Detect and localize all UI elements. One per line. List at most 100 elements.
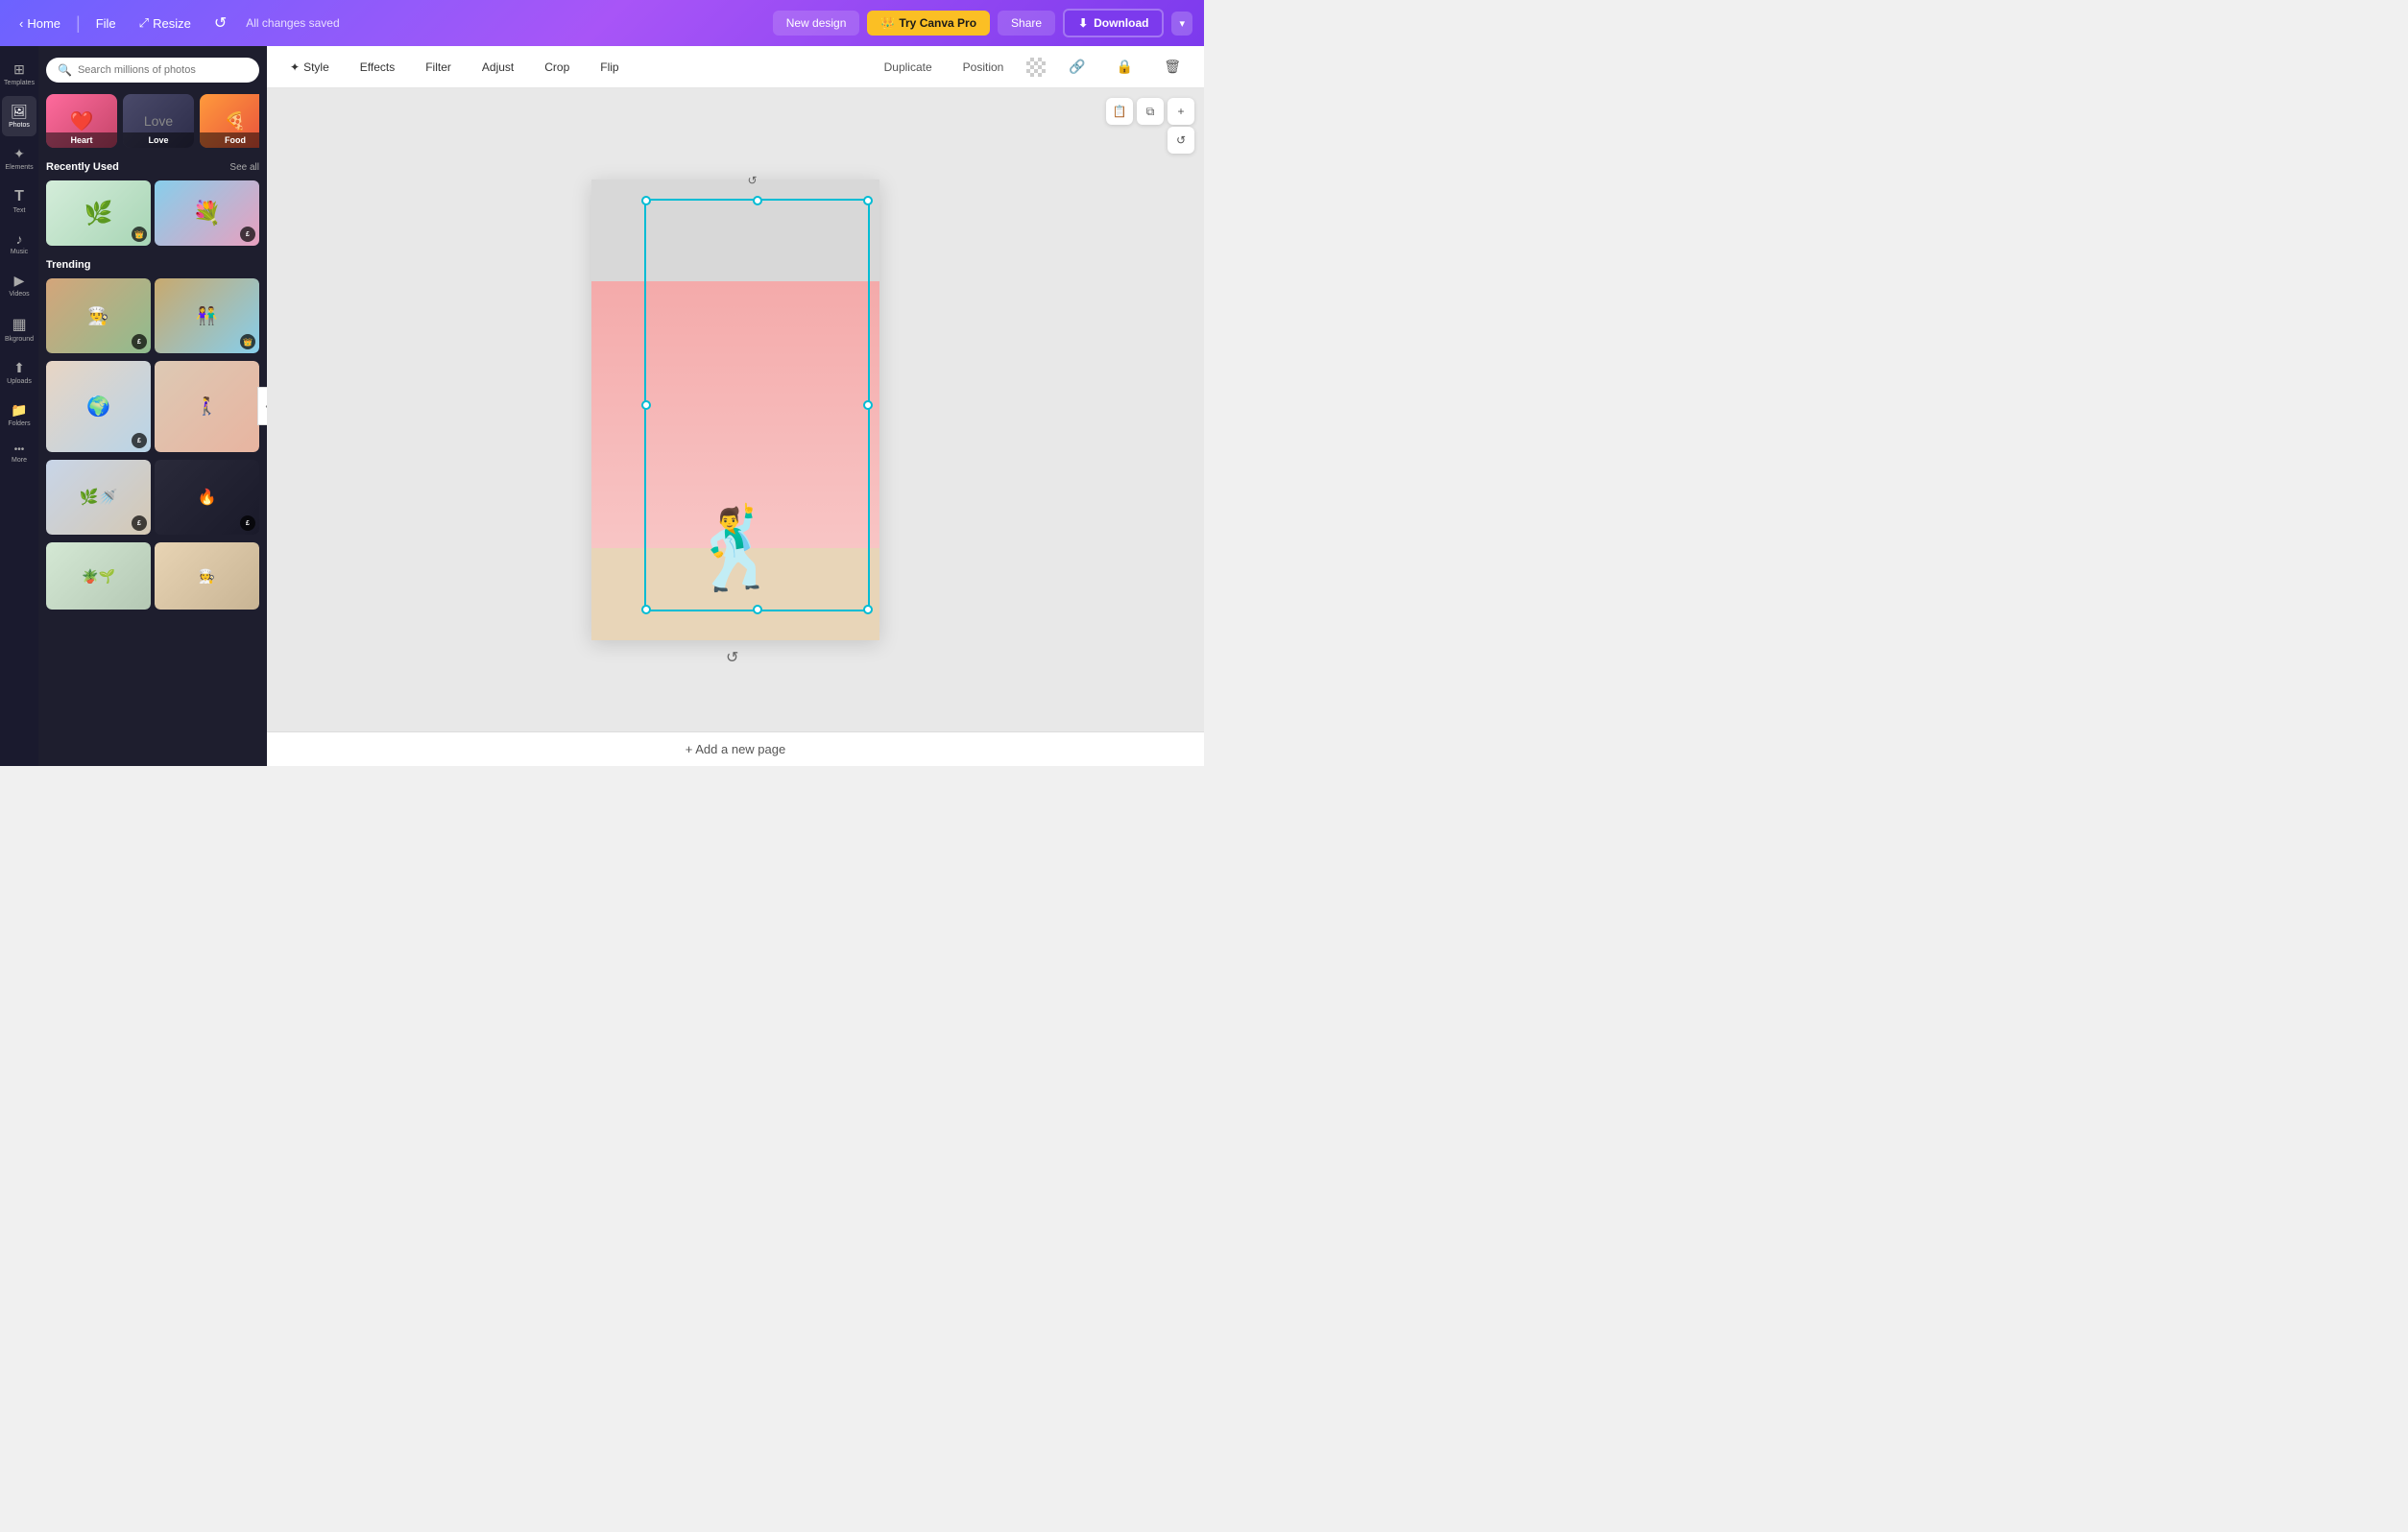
toolbar: ✦ Style Effects Filter Adjust Crop Flip … <box>267 46 1204 88</box>
photos-panel: 🔍 ❤️ Heart Love Love 🍕 Food <box>38 46 267 766</box>
uploads-icon: ⬆ <box>13 360 25 376</box>
sidebar-item-uploads[interactable]: ⬆ Uploads <box>2 352 36 393</box>
duplicate-label: Duplicate <box>884 60 932 74</box>
crown-icon: 👑 <box>880 16 895 30</box>
sidebar-item-background[interactable]: ▦ Bkground <box>2 307 36 350</box>
canvas-add-button[interactable]: + <box>1168 98 1194 125</box>
hide-panel-button[interactable]: ‹ <box>257 387 267 425</box>
recently-used-header: Recently Used See all <box>46 161 259 173</box>
effects-button[interactable]: Effects <box>352 57 402 78</box>
add-page-bar[interactable]: + Add a new page <box>267 731 1204 766</box>
share-button[interactable]: Share <box>998 11 1055 36</box>
category-chip-heart[interactable]: ❤️ Heart <box>46 94 117 148</box>
background-icon: ▦ <box>12 315 26 334</box>
category-row: ❤️ Heart Love Love 🍕 Food › <box>46 94 259 148</box>
videos-label: Videos <box>9 291 29 298</box>
recently-used-title: Recently Used <box>46 161 119 173</box>
trending-image-cooking[interactable]: 👨‍🍳 £ <box>46 278 151 353</box>
recent-image-bouquet[interactable]: 💐 £ <box>155 180 259 246</box>
rotate-handle[interactable]: ↺ <box>726 648 738 667</box>
home-button[interactable]: ‹ Home <box>12 12 68 35</box>
sidebar-item-text[interactable]: T Text <box>2 180 36 222</box>
recent-image-leaf[interactable]: 🌿 👑 <box>46 180 151 246</box>
dancing-figure: 🕺 <box>684 500 786 598</box>
text-icon: T <box>14 188 24 205</box>
sidebar-item-more[interactable]: ••• More <box>2 437 36 471</box>
style-label: Style <box>303 60 329 74</box>
nav-divider: | <box>76 13 81 34</box>
new-design-button[interactable]: New design <box>773 11 860 36</box>
canvas-content[interactable]: 📋 ⧉ + 🕺 <box>267 88 1204 731</box>
flip-button[interactable]: Flip <box>592 57 626 78</box>
transparency-button[interactable] <box>1026 58 1046 77</box>
music-icon: ♪ <box>16 231 23 247</box>
download-button[interactable]: ⬇ Download <box>1063 9 1164 37</box>
folders-label: Folders <box>8 420 30 427</box>
sidebar-item-videos[interactable]: ▶ Videos <box>2 265 36 305</box>
sidebar-item-folders[interactable]: 📁 Folders <box>2 395 36 435</box>
undo-button[interactable]: ↺ <box>206 10 234 36</box>
refresh-button[interactable]: ↺ <box>1168 127 1194 154</box>
filter-button[interactable]: Filter <box>418 57 459 78</box>
search-input[interactable] <box>78 64 248 76</box>
trending-image-fireplace[interactable]: 🔥 £ <box>155 460 259 535</box>
sidebar-item-elements[interactable]: ✦ Elements <box>2 138 36 179</box>
canvas-image[interactable]: 🕺 <box>591 180 879 640</box>
crop-button[interactable]: Crop <box>537 57 577 78</box>
sidebar-item-templates[interactable]: ⊞ Templates <box>2 54 36 94</box>
flip-label: Flip <box>600 60 618 74</box>
top-navigation: ‹ Home | File ⤢ Resize ↺ All changes sav… <box>0 0 1204 46</box>
chevron-left-icon: ‹ <box>19 16 23 31</box>
canvas-notes-button[interactable]: 📋 <box>1106 98 1133 125</box>
link-button[interactable]: 🔗 <box>1061 55 1093 79</box>
adjust-button[interactable]: Adjust <box>474 57 521 78</box>
uk-badge-fireplace: £ <box>240 515 255 531</box>
category-chip-food[interactable]: 🍕 Food <box>200 94 259 148</box>
trending-image-kitchen[interactable]: 🌿🚿 £ <box>46 460 151 535</box>
category-chip-love[interactable]: Love Love <box>123 94 194 148</box>
sidebar-item-music[interactable]: ♪ Music <box>2 224 36 263</box>
try-pro-label: Try Canva Pro <box>899 16 976 30</box>
right-panel-area: ✦ Style Effects Filter Adjust Crop Flip … <box>267 46 1204 766</box>
icon-sidebar: ⊞ Templates 🖼 Photos ✦ Elements T Text ♪… <box>0 46 38 766</box>
photos-icon: 🖼 <box>11 104 28 120</box>
recently-used-row: 🌿 👑 💐 £ <box>46 180 259 246</box>
trending-image-plants[interactable]: 🪴🌱 <box>46 542 151 610</box>
saved-status: All changes saved <box>246 16 339 30</box>
trending-image-woman-back[interactable]: 🚶‍♀️ <box>155 361 259 452</box>
templates-label: Templates <box>4 80 35 86</box>
trending-row-2: 🌍 £ 🚶‍♀️ <box>46 361 259 452</box>
adjust-label: Adjust <box>482 60 514 74</box>
style-icon: ✦ <box>290 60 300 74</box>
text-label: Text <box>13 207 26 214</box>
filter-label: Filter <box>425 60 451 74</box>
position-button[interactable]: Position <box>955 57 1012 78</box>
trending-image-chef[interactable]: 🧑‍🍳 <box>155 542 259 610</box>
uploads-label: Uploads <box>7 378 32 385</box>
trending-row-4: 🪴🌱 🧑‍🍳 <box>46 542 259 610</box>
add-page-label: + Add a new page <box>686 742 785 756</box>
see-all-button[interactable]: See all <box>229 162 259 173</box>
crop-label: Crop <box>544 60 569 74</box>
elements-icon: ✦ <box>13 146 25 162</box>
heart-chip-label: Heart <box>46 132 117 148</box>
uk-badge-cooking: £ <box>132 334 147 349</box>
share-label: Share <box>1011 16 1042 30</box>
trending-image-friends[interactable]: 👫 👑 <box>155 278 259 353</box>
more-icon: ••• <box>14 444 25 455</box>
love-chip-label: Love <box>123 132 194 148</box>
delete-button[interactable]: 🗑 <box>1156 55 1189 79</box>
file-button[interactable]: File <box>88 12 124 35</box>
lock-button[interactable]: 🔒 <box>1109 55 1141 79</box>
music-label: Music <box>11 249 28 255</box>
download-caret-button[interactable]: ▾ <box>1171 12 1192 36</box>
try-pro-button[interactable]: 👑 Try Canva Pro <box>867 11 990 36</box>
duplicate-button[interactable]: Duplicate <box>877 57 940 78</box>
canvas-copy-button[interactable]: ⧉ <box>1137 98 1164 125</box>
search-icon: 🔍 <box>58 63 72 77</box>
resize-button[interactable]: ⤢ Resize <box>132 12 199 35</box>
trending-image-earth[interactable]: 🌍 £ <box>46 361 151 452</box>
uk-badge-earth: £ <box>132 433 147 448</box>
style-button[interactable]: ✦ Style <box>282 57 337 78</box>
sidebar-item-photos[interactable]: 🖼 Photos <box>2 96 36 136</box>
